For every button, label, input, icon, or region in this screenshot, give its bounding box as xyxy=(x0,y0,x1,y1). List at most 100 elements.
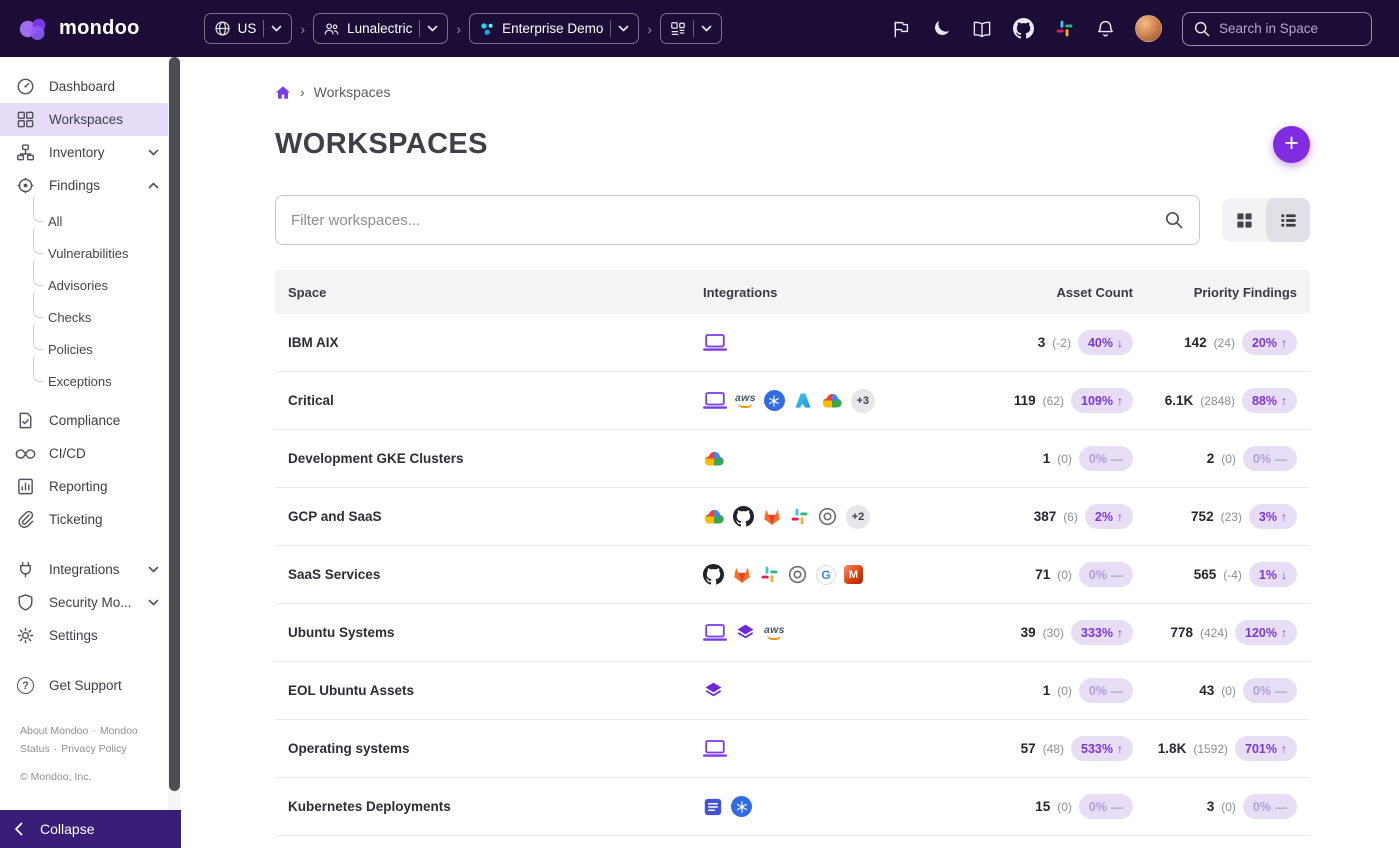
integration-icons: +2 xyxy=(703,505,953,529)
sidebar-item-get-support[interactable]: ?Get Support xyxy=(0,669,168,702)
sidebar-subitem-exceptions[interactable]: Exceptions xyxy=(33,365,168,397)
sidebar-subitem-policies[interactable]: Policies xyxy=(33,333,168,365)
chevron-down-icon xyxy=(618,25,629,32)
table-row[interactable]: Development GKE Clusters1(0)0%—2(0)0%— xyxy=(275,430,1310,488)
metric-delta: (0) xyxy=(1057,684,1072,698)
trend-pct: 701% xyxy=(1245,742,1277,756)
filter-input[interactable] xyxy=(291,212,1154,229)
table-row[interactable]: GCP and SaaS+2387(6)2%↑752(23)3%↑ xyxy=(275,488,1310,546)
moon-icon xyxy=(932,19,951,38)
footer-link-privacy-policy[interactable]: Privacy Policy xyxy=(61,743,126,755)
space-selector[interactable]: Enterprise Demo xyxy=(469,13,639,44)
okta-icon xyxy=(787,564,808,585)
docs-button[interactable] xyxy=(964,11,1000,47)
trend-up-icon: ↑ xyxy=(1117,742,1123,756)
table-controls xyxy=(275,195,1310,245)
workspace-selector[interactable] xyxy=(660,13,722,44)
table-row[interactable]: Criticalaws+3119(62)109%↑6.1K(2848)88%↑ xyxy=(275,372,1310,430)
sidebar-item-reporting[interactable]: Reporting xyxy=(0,470,168,503)
sidebar-item-label: Get Support xyxy=(49,678,122,693)
footer-link-about-mondoo[interactable]: About Mondoo xyxy=(20,725,88,737)
sidebar-item-ci-cd[interactable]: CI/CD xyxy=(0,437,168,470)
breadcrumb-separator: › xyxy=(647,21,652,37)
sidebar-item-workspaces[interactable]: Workspaces xyxy=(0,103,168,136)
laptop-icon xyxy=(703,623,727,642)
table-row[interactable]: Ubuntu Systemsaws39(30)333%↑778(424)120%… xyxy=(275,604,1310,662)
table-row[interactable]: SaaS ServicesGM71(0)0%—565(-4)1%↓ xyxy=(275,546,1310,604)
metric-value: 3 xyxy=(1038,335,1046,350)
inventory-icon xyxy=(15,143,36,162)
aws-icon: aws xyxy=(764,625,785,640)
notifications-button[interactable] xyxy=(1087,11,1123,47)
sidebar-subitem-checks[interactable]: Checks xyxy=(33,301,168,333)
sidebar-item-findings[interactable]: Findings xyxy=(0,169,168,202)
overflow-count: +2 xyxy=(846,505,870,529)
workspace-name: Kubernetes Deployments xyxy=(288,799,703,814)
metric-value: 1.8K xyxy=(1158,741,1187,756)
slack-button[interactable] xyxy=(1046,11,1082,47)
ms365-icon: M xyxy=(844,565,863,584)
breadcrumb-separator: › xyxy=(300,84,305,100)
page-header: WORKSPACES + xyxy=(275,126,1310,163)
sidebar-item-label: Compliance xyxy=(49,413,120,428)
priority-cell: 2(0)0%— xyxy=(1133,446,1297,471)
metric-delta: (23) xyxy=(1221,510,1242,524)
search-input[interactable] xyxy=(1219,21,1361,36)
table-row[interactable]: Kubernetes Deployments15(0)0%—3(0)0%— xyxy=(275,778,1310,836)
mondoo-logo[interactable]: mondoo xyxy=(18,16,140,42)
sidebar-item-dashboard[interactable]: Dashboard xyxy=(0,70,168,103)
sidebar-subitem-vulnerabilities[interactable]: Vulnerabilities xyxy=(33,237,168,269)
add-workspace-button[interactable]: + xyxy=(1273,126,1310,163)
grid-view-button[interactable] xyxy=(1222,198,1266,242)
metric-value: 142 xyxy=(1184,335,1207,350)
organization-selector[interactable]: Lunalectric xyxy=(313,13,448,44)
metric-value: 3 xyxy=(1207,799,1215,814)
sidebar-item-inventory[interactable]: Inventory xyxy=(0,136,168,169)
trend-badge: 533%↑ xyxy=(1071,736,1133,761)
trend-flat-icon: — xyxy=(1275,452,1287,466)
chevron-down-icon[interactable] xyxy=(148,599,159,606)
breadcrumb-separator: › xyxy=(300,21,305,37)
sidebar-item-label: Security Mo... xyxy=(49,595,132,610)
sidebar-item-integrations[interactable]: Integrations xyxy=(0,553,168,586)
sidebar-item-settings[interactable]: Settings xyxy=(0,619,168,652)
integration-icons xyxy=(703,450,953,467)
chevron-down-icon[interactable] xyxy=(148,566,159,573)
home-icon[interactable] xyxy=(275,85,291,100)
trend-up-icon: ↑ xyxy=(1117,626,1123,640)
trend-pct: 120% xyxy=(1245,626,1277,640)
sidebar-item-label: Ticketing xyxy=(49,512,103,527)
table-row[interactable]: Operating systems57(48)533%↑1.8K(1592)70… xyxy=(275,720,1310,778)
trend-pct: 0% xyxy=(1253,800,1271,814)
trend-pct: 0% xyxy=(1253,452,1271,466)
sidebar-subitem-all[interactable]: All xyxy=(33,205,168,237)
trend-pct: 2% xyxy=(1095,510,1113,524)
github-button[interactable] xyxy=(1005,11,1041,47)
dark-mode-button[interactable] xyxy=(923,11,959,47)
trend-pct: 0% xyxy=(1089,684,1107,698)
table-body: IBM AIX3(-2)40%↓142(24)20%↑Criticalaws+3… xyxy=(275,314,1310,836)
context-switcher: US › Lunalectric › Enterprise Demo › xyxy=(204,13,722,44)
avatar[interactable] xyxy=(1135,15,1162,42)
chevron-up-icon[interactable] xyxy=(148,182,159,189)
trend-badge: 701%↑ xyxy=(1235,736,1297,761)
workspace-name: GCP and SaaS xyxy=(288,509,703,524)
laptop-icon xyxy=(703,333,727,352)
table-row[interactable]: EOL Ubuntu Assets1(0)0%—43(0)0%— xyxy=(275,662,1310,720)
sidebar-item-security-mo[interactable]: Security Mo... xyxy=(0,586,168,619)
region-selector[interactable]: US xyxy=(204,13,293,44)
flag-button[interactable] xyxy=(882,11,918,47)
sidebar-item-label: Integrations xyxy=(49,562,120,577)
breadcrumb-current[interactable]: Workspaces xyxy=(314,84,391,100)
scrollbar-thumb[interactable] xyxy=(169,57,180,791)
collapse-button[interactable]: Collapse xyxy=(0,810,181,848)
sidebar-subitem-advisories[interactable]: Advisories xyxy=(33,269,168,301)
column-header-priority-findings: Priority Findings xyxy=(1133,285,1297,300)
sidebar-item-ticketing[interactable]: Ticketing xyxy=(0,503,168,536)
chevron-down-icon[interactable] xyxy=(148,149,159,156)
sidebar-item-compliance[interactable]: Compliance xyxy=(0,404,168,437)
list-view-button[interactable] xyxy=(1266,198,1310,242)
trend-up-icon: ↑ xyxy=(1281,510,1287,524)
table-row[interactable]: IBM AIX3(-2)40%↓142(24)20%↑ xyxy=(275,314,1310,372)
sidebar-scrollbar[interactable] xyxy=(168,57,181,810)
